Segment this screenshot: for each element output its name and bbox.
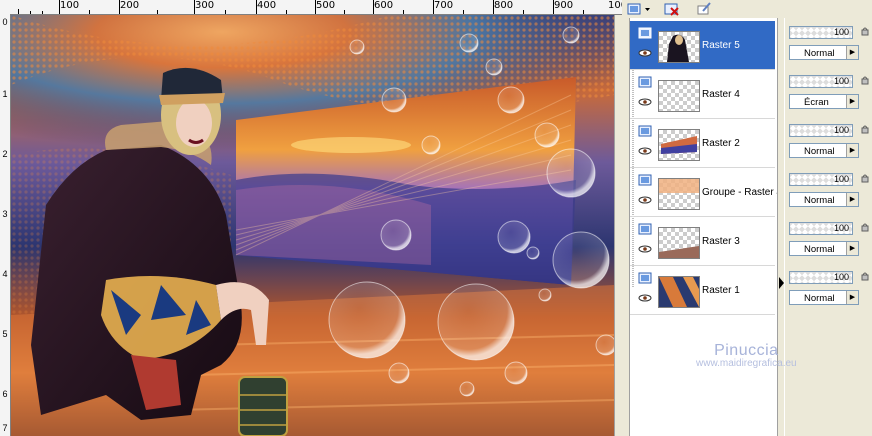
lock-icon[interactable] xyxy=(861,271,869,281)
ruler-tick-label: 6 xyxy=(2,389,8,399)
blend-mode-value: Écran xyxy=(804,97,829,108)
raster-layer-icon xyxy=(638,76,652,88)
layer-name: Raster 3 xyxy=(702,236,740,247)
blend-mode-select[interactable]: Normal ▶ xyxy=(789,290,859,305)
eye-icon[interactable] xyxy=(638,245,652,253)
layer-row-raster-1[interactable]: Raster 1 xyxy=(630,266,775,315)
opacity-field[interactable]: 100 xyxy=(789,124,853,137)
layer-props-raster-3: 100 Normal ▶ xyxy=(789,217,869,265)
ruler-tick-label: 7 xyxy=(2,423,8,433)
raster-layer-icon xyxy=(638,125,652,137)
ruler-tick-label: 0 xyxy=(2,17,8,27)
lock-icon[interactable] xyxy=(861,173,869,183)
layer-row-raster-3[interactable]: Raster 3 xyxy=(630,217,775,266)
dropdown-arrow-icon[interactable]: ▶ xyxy=(846,46,858,59)
ruler-tick-label: 4 xyxy=(2,269,8,279)
delete-layer-icon xyxy=(664,3,679,16)
dropdown-arrow-icon[interactable]: ▶ xyxy=(846,193,858,206)
delete-layer-button[interactable] xyxy=(662,1,682,16)
blend-mode-value: Normal xyxy=(804,48,835,59)
blend-mode-select[interactable]: Normal ▶ xyxy=(789,143,859,158)
blend-mode-value: Normal xyxy=(804,195,835,206)
raster-layer-icon xyxy=(638,223,652,235)
lock-icon[interactable] xyxy=(861,222,869,232)
blend-mode-select[interactable]: Normal ▶ xyxy=(789,241,859,256)
opacity-field[interactable]: 100 xyxy=(789,271,853,284)
image-canvas[interactable] xyxy=(11,15,614,436)
layer-name: Groupe - Raster 4 xyxy=(702,187,783,198)
raster-layer-icon xyxy=(638,27,652,39)
group-layer-icon xyxy=(638,174,652,186)
ruler-tick-label: 2 xyxy=(2,149,8,159)
dropdown-arrow-icon[interactable]: ▶ xyxy=(846,291,858,304)
watermark: Pinuccia www.maidiregrafica.eu xyxy=(696,342,797,369)
blend-mode-select[interactable]: Écran ▶ xyxy=(789,94,859,109)
lock-icon[interactable] xyxy=(861,124,869,134)
blend-mode-value: Normal xyxy=(804,293,835,304)
layer-props-raster-5: 100 Normal ▶ xyxy=(789,21,869,69)
layer-row-raster-2[interactable]: Raster 2 xyxy=(630,119,775,168)
ruler-tick-label: 5 xyxy=(2,329,8,339)
layer-row-raster-4[interactable]: Raster 4 xyxy=(630,70,775,119)
blend-mode-value: Normal xyxy=(804,146,835,157)
layer-name: Raster 4 xyxy=(702,89,740,100)
layer-thumbnail xyxy=(658,178,700,210)
eye-icon[interactable] xyxy=(638,294,652,302)
ruler-tick-label: 3 xyxy=(2,209,8,219)
horizontal-ruler: 100 200 300 400 500 600 700 800 900 1000 xyxy=(0,0,633,15)
layer-properties: 100 Normal ▶ 100 Écran ▶ 100 Normal ▶ 100 N… xyxy=(784,18,872,436)
layer-row-raster-5[interactable]: Raster 5 xyxy=(630,21,775,70)
brush-icon xyxy=(697,1,711,14)
layer-thumbnail xyxy=(658,31,700,63)
canvas-scrollbar[interactable] xyxy=(614,15,623,436)
watermark-url: www.maidiregrafica.eu xyxy=(696,358,797,369)
ruler-tick-label: 1 xyxy=(2,89,8,99)
layer-props-raster-4: 100 Écran ▶ xyxy=(789,70,869,118)
blend-mode-select[interactable]: Normal ▶ xyxy=(789,192,859,207)
dropdown-arrow-icon[interactable]: ▶ xyxy=(846,242,858,255)
blend-mode-value: Normal xyxy=(804,244,835,255)
artwork xyxy=(11,15,614,436)
layers-toolbar xyxy=(622,0,872,18)
eye-icon[interactable] xyxy=(638,196,652,204)
layer-name: Raster 2 xyxy=(702,138,740,149)
layer-props-raster-1: 100 Normal ▶ xyxy=(789,266,869,314)
layer-props-raster-2: 100 Normal ▶ xyxy=(789,119,869,167)
new-layer-button[interactable] xyxy=(625,1,653,16)
layer-thumbnail xyxy=(658,80,700,112)
layer-thumbnail xyxy=(658,129,700,161)
opacity-field[interactable]: 100 xyxy=(789,173,853,186)
ruler-ticks xyxy=(18,0,584,14)
dropdown-arrow-icon[interactable]: ▶ xyxy=(846,144,858,157)
lock-icon[interactable] xyxy=(861,75,869,85)
opacity-field[interactable]: 100 xyxy=(789,75,853,88)
layers-list: Raster 5 Raster 4 Raster 2 Groupe - Rast… xyxy=(629,18,782,436)
eye-icon[interactable] xyxy=(638,49,652,57)
brush-button[interactable] xyxy=(694,1,714,16)
lock-icon[interactable] xyxy=(861,26,869,36)
blend-mode-select[interactable]: Normal ▶ xyxy=(789,45,859,60)
layer-thumbnail xyxy=(658,276,700,308)
dropdown-arrow-icon[interactable]: ▶ xyxy=(846,95,858,108)
layer-props-groupe-raster-4: 100 Normal ▶ xyxy=(789,168,869,216)
eye-icon[interactable] xyxy=(638,98,652,106)
layer-name: Raster 5 xyxy=(702,40,740,51)
opacity-field[interactable]: 100 xyxy=(789,26,853,39)
eye-icon[interactable] xyxy=(638,147,652,155)
new-layer-icon xyxy=(627,3,650,14)
layer-thumbnail xyxy=(658,227,700,259)
layer-row-groupe-raster-4[interactable]: Groupe - Raster 4 xyxy=(630,168,782,217)
vertical-ruler: 0 1 2 3 4 5 6 7 xyxy=(0,14,11,436)
layer-name: Raster 1 xyxy=(702,285,740,296)
opacity-field[interactable]: 100 xyxy=(789,222,853,235)
raster-layer-icon xyxy=(638,272,652,284)
